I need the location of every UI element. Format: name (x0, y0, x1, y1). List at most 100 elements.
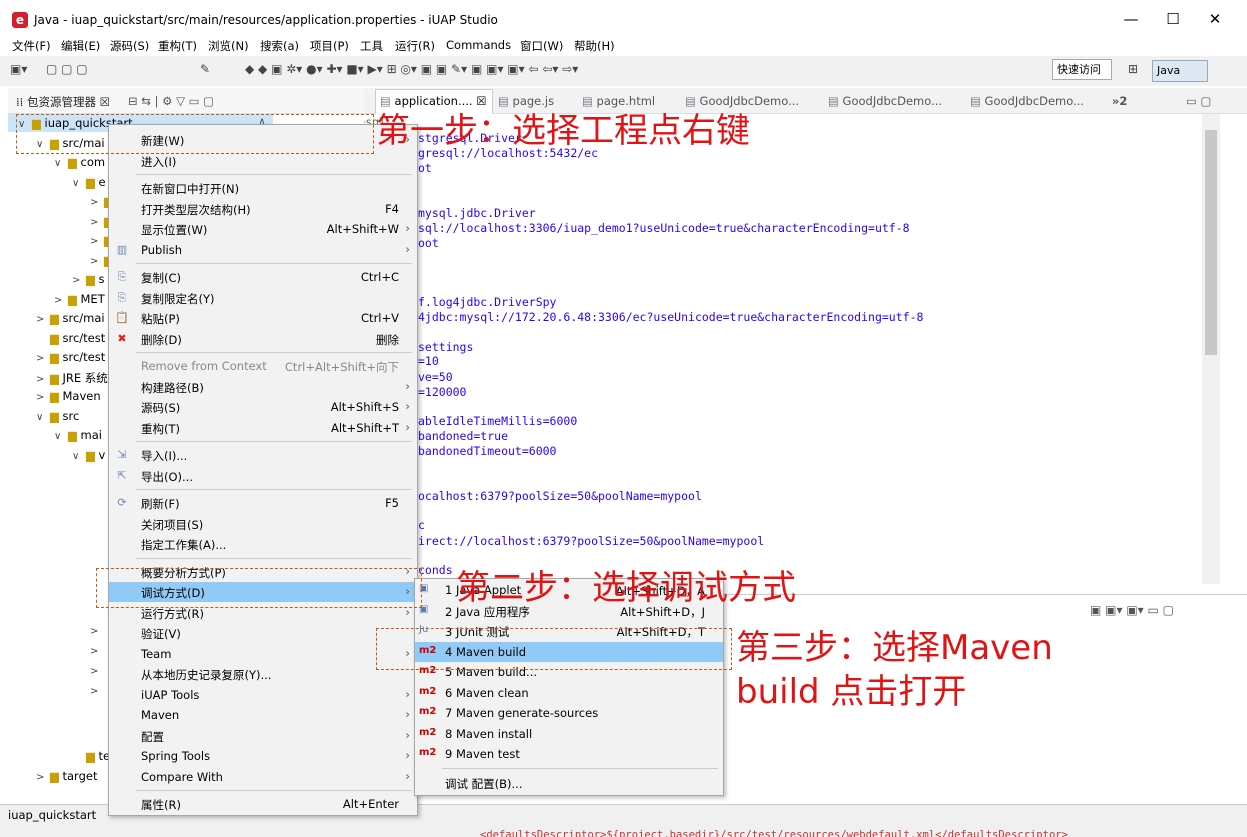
submenu-item[interactable]: m2 8 Maven install (415, 724, 723, 744)
menu-item[interactable]: 搜索(a) (260, 38, 299, 54)
context-menu-item[interactable]: Compare With › (109, 767, 417, 787)
submenu-item[interactable]: m2 7 Maven generate-sources (415, 703, 723, 723)
context-menu-item[interactable]: 在新窗口中打开(N) (109, 178, 417, 198)
save-icon[interactable]: ▢ ▢ ▢ (46, 62, 88, 76)
menu-item[interactable]: 文件(F) (12, 38, 51, 54)
context-menu-item[interactable]: ✖ 删除(D) 删除 (109, 329, 417, 349)
context-menu-item[interactable]: 重构(T) Alt+Shift+T › (109, 418, 417, 438)
tree-node[interactable]: ∨ ▆ src (36, 409, 79, 423)
menu-item[interactable]: 窗口(W) (520, 38, 563, 54)
context-menu-item[interactable]: ⟳ 刷新(F) F5 (109, 493, 417, 513)
open-perspective-icon[interactable]: ⊞ (1128, 62, 1138, 76)
bottom-panel-icons[interactable]: ▣ ▣▾ ▣▾ ▭ ▢ (1090, 603, 1174, 617)
tree-node[interactable]: > ▆ target (36, 769, 97, 783)
editor-tab[interactable]: ▤ page.js (498, 94, 554, 108)
context-menu-item[interactable]: ▥ Publish › (109, 240, 417, 260)
context-menu-item[interactable]: Remove from Context Ctrl+Alt+Shift+向下 (109, 356, 417, 376)
menu-item[interactable]: 浏览(N) (208, 38, 249, 54)
submenu-item[interactable]: m2 9 Maven test (415, 744, 723, 764)
editor-tab[interactable]: ▤ GoodJdbcDemo... (828, 94, 942, 108)
editor-minimize-icon[interactable]: ▭ ▢ (1186, 94, 1211, 108)
context-menu-item[interactable]: 配置 › (109, 726, 417, 746)
new-icon[interactable]: ▣▾ (10, 62, 27, 76)
tree-node[interactable]: > ▆ Maven (36, 389, 101, 403)
tree-toggle-icon[interactable]: > (90, 236, 104, 247)
context-menu-item[interactable]: 显示位置(W) Alt+Shift+W › (109, 219, 417, 239)
tree-toggle-icon[interactable]: > (90, 197, 104, 208)
context-menu-item[interactable]: 从本地历史记录复原(Y)... (109, 664, 417, 684)
maximize-button[interactable]: ☐ (1158, 10, 1188, 28)
context-menu-item[interactable]: 构建路径(B) › (109, 377, 417, 397)
close-tab-icon[interactable]: ☒ (473, 94, 486, 108)
editor-tab[interactable]: ▤ GoodJdbcDemo... (685, 94, 799, 108)
context-menu-item[interactable]: Team › (109, 644, 417, 664)
menu-item[interactable]: 运行(R) (395, 38, 435, 54)
tree-toggle-icon[interactable]: > (90, 217, 104, 228)
debug-toolbar-icons[interactable]: ◆ ◆ ▣ ✲▾ ●▾ ✚▾ ■▾ ▶▾ ⊞ ◎▾ ▣ ▣ ✎▾ ▣ ▣▾ ▣▾… (245, 62, 578, 76)
tree-toggle-icon[interactable]: > (36, 314, 50, 325)
menu-item[interactable]: 工具 (360, 38, 383, 54)
submenu-item[interactable]: 调试 配置(B)... (415, 773, 723, 793)
java-perspective-button[interactable]: Java (1152, 60, 1208, 82)
menu-item[interactable]: 重构(T) (158, 38, 197, 54)
tree-toggle-icon[interactable]: > (90, 626, 98, 637)
tree-node[interactable]: > ▆ s (72, 272, 105, 286)
context-menu-item[interactable]: ⇲ 导入(I)... (109, 445, 417, 465)
tree-toggle-icon[interactable]: > (90, 646, 98, 657)
explorer-toolbar-icons[interactable]: ⊟ ⇆ | ⚙ ▽ ▭ ▢ (128, 94, 214, 108)
more-tabs-indicator[interactable]: »2 (1112, 94, 1127, 108)
tree-node[interactable]: > ▆ src/mai (36, 311, 105, 325)
context-menu-item[interactable]: ⎘ 复制(C) Ctrl+C (109, 267, 417, 287)
submenu-item[interactable]: m2 6 Maven clean (415, 683, 723, 703)
context-menu-item[interactable]: 源码(S) Alt+Shift+S › (109, 397, 417, 417)
tree-node[interactable]: ∨ ▆ v (72, 448, 105, 462)
tree-toggle-icon[interactable]: ∨ (72, 451, 86, 462)
editor-tab[interactable]: ▤ page.html (582, 94, 655, 108)
context-menu-item[interactable]: ⎘ 复制限定名(Y) (109, 288, 417, 308)
tree-node[interactable]: ∨ ▆ com (54, 155, 105, 169)
context-menu-item[interactable]: 指定工作集(A)... (109, 534, 417, 554)
pin-icon[interactable]: ✎ (200, 62, 210, 76)
tree-toggle-icon[interactable]: > (90, 256, 104, 267)
minimize-button[interactable]: — (1116, 10, 1146, 28)
tree-node[interactable]: ∨ ▆ mai (54, 428, 102, 442)
tree-node[interactable]: > ▆ src/test (36, 350, 105, 364)
tree-toggle-icon[interactable]: ∨ (36, 412, 50, 423)
context-menu-item[interactable]: iUAP Tools › (109, 685, 417, 705)
context-menu-item[interactable]: 验证(V) (109, 623, 417, 643)
editor-scroll-thumb[interactable] (1205, 130, 1217, 355)
tree-node[interactable]: > ▆ MET (54, 292, 105, 306)
quick-access-input[interactable]: 快速访问 (1052, 59, 1112, 80)
tree-node[interactable]: ▆ src/test (36, 331, 105, 345)
context-menu-item[interactable]: 关闭项目(S) (109, 514, 417, 534)
tree-toggle-icon[interactable]: > (90, 666, 98, 677)
tree-toggle-icon[interactable]: ∨ (54, 431, 68, 442)
menu-item[interactable]: 编辑(E) (61, 38, 100, 54)
context-menu-item[interactable]: Maven › (109, 705, 417, 725)
editor-tab[interactable]: ▤ application.... ☒ (380, 94, 487, 108)
context-menu-item[interactable]: 属性(R) Alt+Enter (109, 794, 417, 814)
editor-tab[interactable]: ▤ GoodJdbcDemo... (970, 94, 1084, 108)
context-menu-item[interactable]: Spring Tools › (109, 746, 417, 766)
close-button[interactable]: ✕ (1200, 10, 1230, 28)
tree-toggle-icon[interactable]: > (54, 295, 68, 306)
context-menu-item[interactable]: 打开类型层次结构(H) F4 (109, 199, 417, 219)
menu-item-icon: ⟳ (117, 496, 127, 509)
tree-toggle-icon[interactable]: > (90, 686, 98, 697)
tree-toggle-icon[interactable]: ∨ (72, 178, 86, 189)
menu-item[interactable]: Commands (446, 38, 511, 52)
tree-node[interactable]: ∨ ▆ e (72, 175, 106, 189)
context-menu-item[interactable]: ⇱ 导出(O)... (109, 466, 417, 486)
menu-item[interactable]: 帮助(H) (574, 38, 615, 54)
tree-toggle-icon[interactable]: > (72, 275, 86, 286)
tree-toggle-icon[interactable]: ∨ (54, 158, 68, 169)
menu-item[interactable]: 项目(P) (310, 38, 349, 54)
tree-toggle-icon[interactable]: > (36, 353, 50, 364)
menu-item[interactable]: 源码(S) (110, 38, 149, 54)
context-menu-item[interactable]: 📋 粘贴(P) Ctrl+V (109, 308, 417, 328)
tree-toggle-icon[interactable]: > (36, 772, 50, 783)
package-explorer-tab[interactable]: ⁞⁞ 包资源管理器 ☒ (16, 94, 110, 110)
tree-toggle-icon[interactable]: > (36, 374, 50, 385)
tree-node[interactable]: > ▆ JRE 系统 (36, 370, 108, 386)
tree-toggle-icon[interactable]: > (36, 392, 50, 403)
